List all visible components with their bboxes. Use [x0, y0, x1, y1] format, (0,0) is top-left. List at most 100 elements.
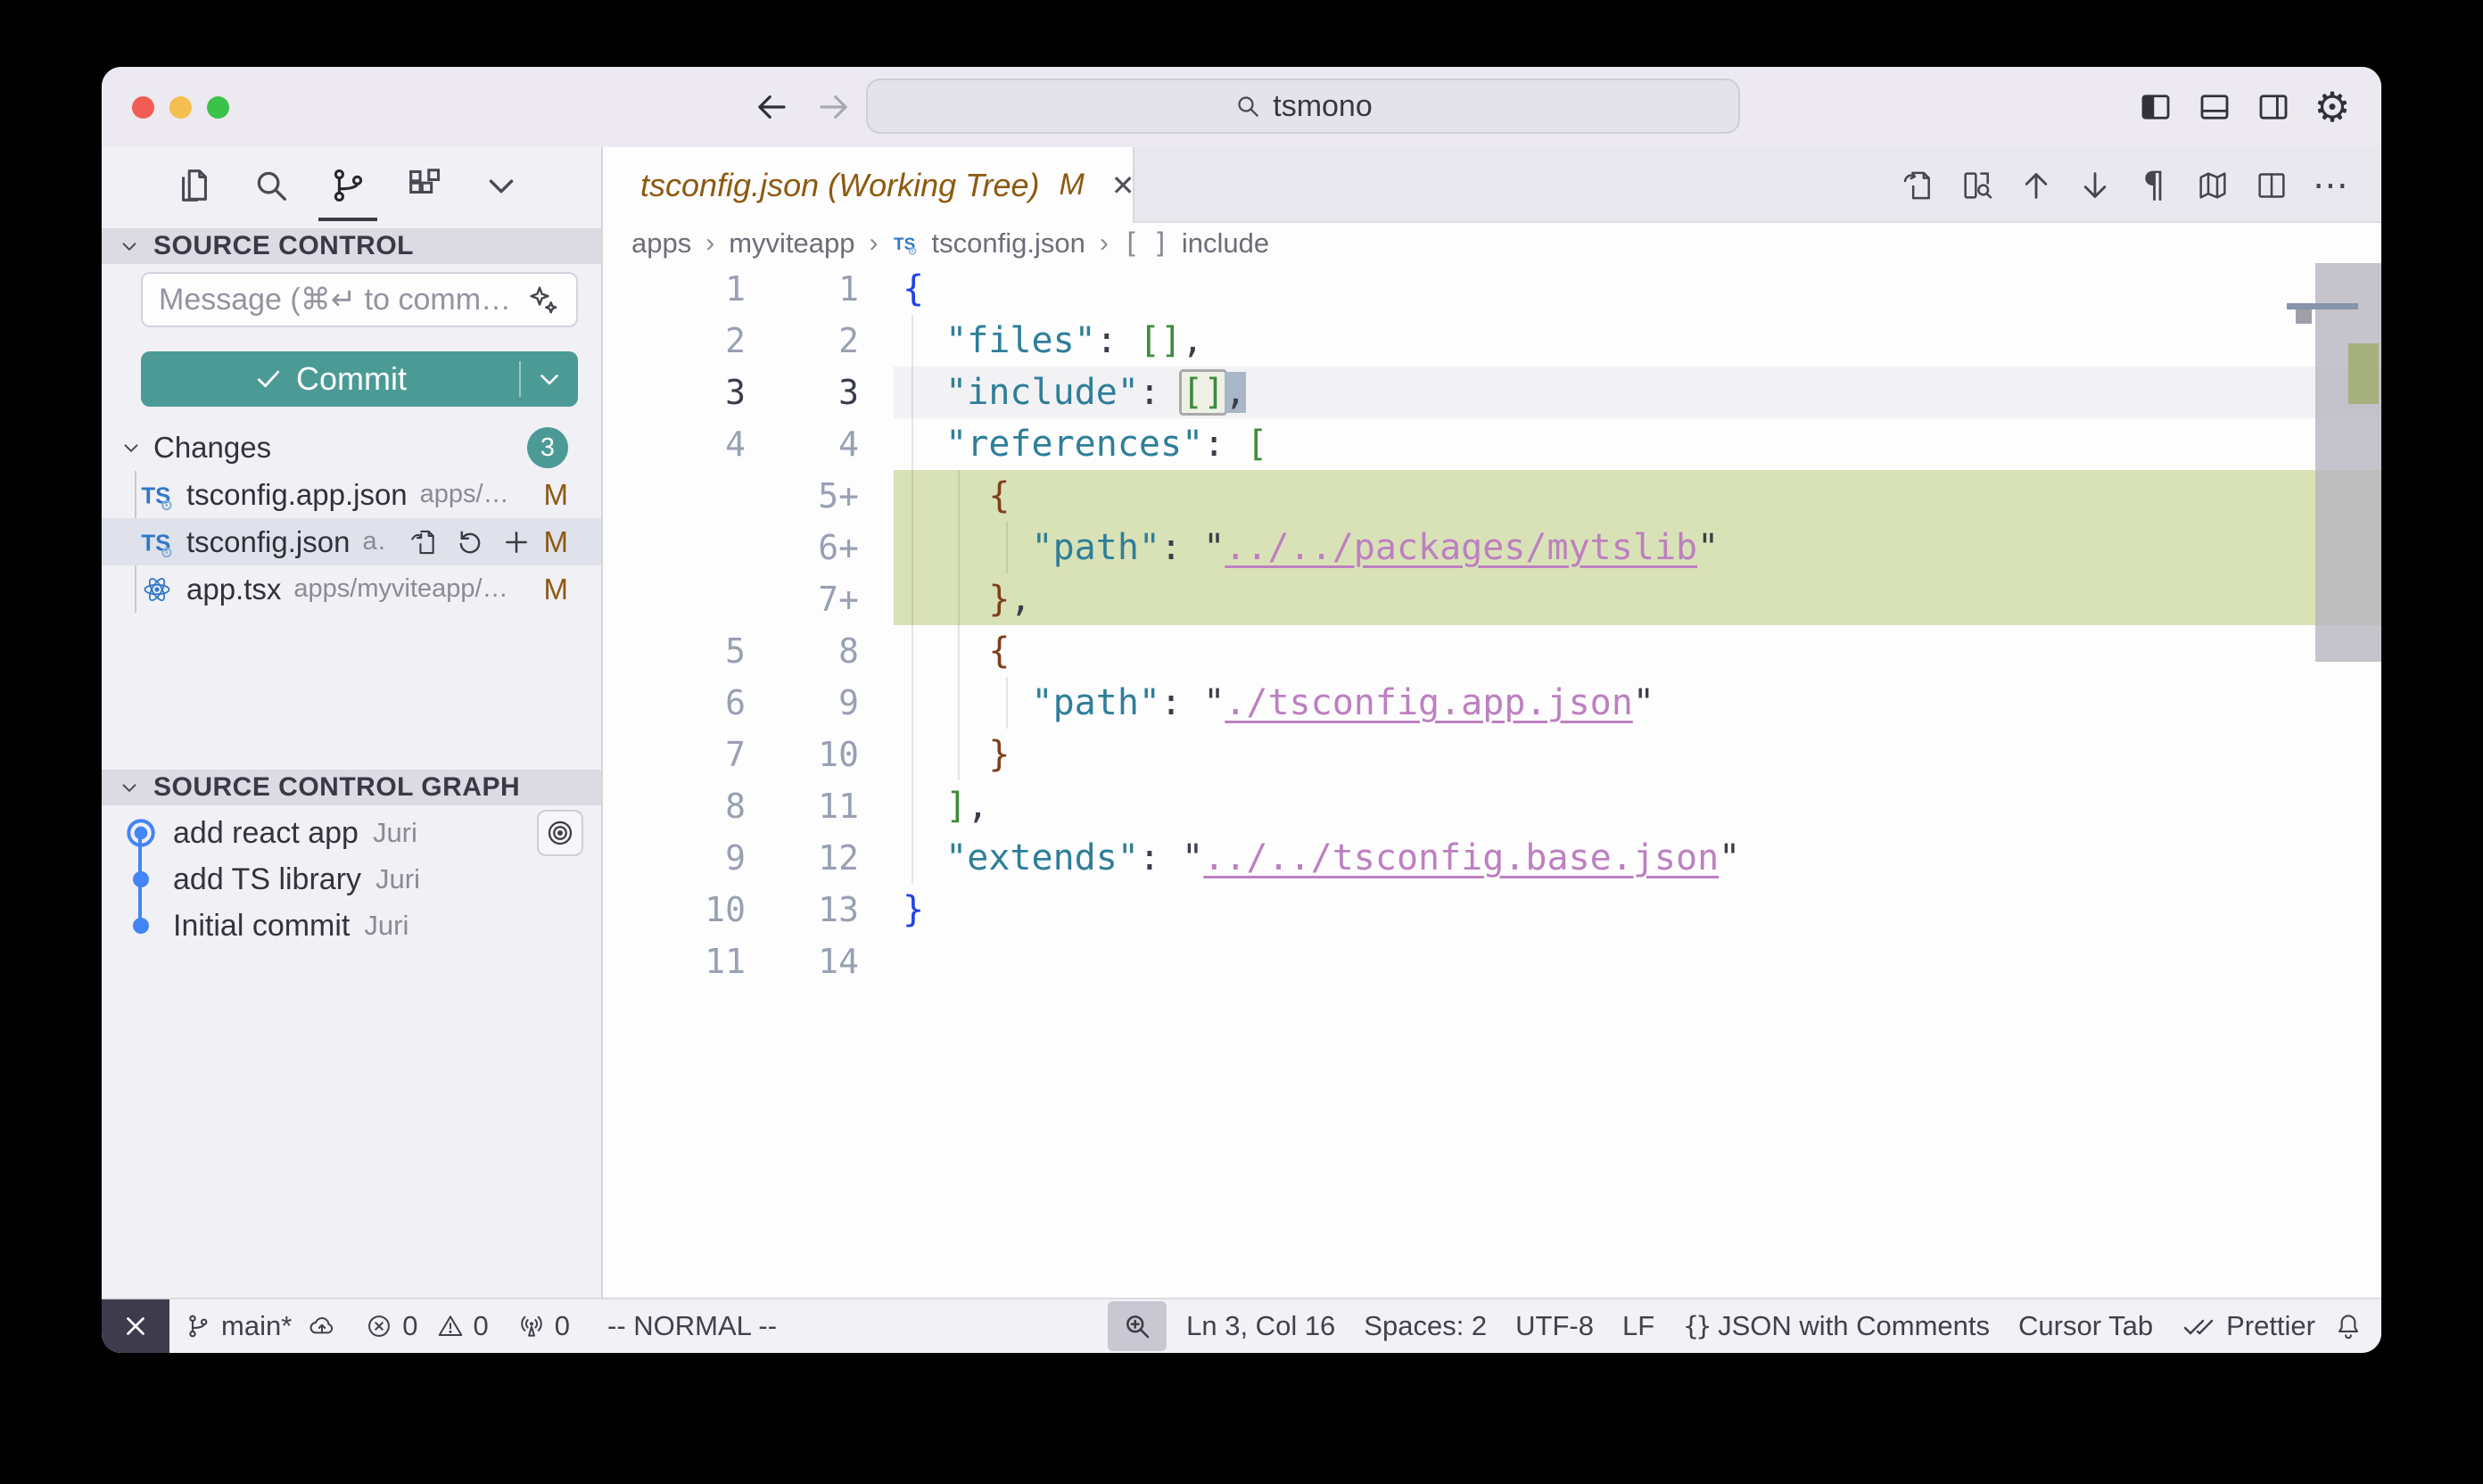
indentation-indicator[interactable]: Spaces: 2 [1349, 1299, 1501, 1353]
close-tab-icon[interactable]: ✕ [1111, 169, 1135, 202]
formatter-name: Prettier [2226, 1310, 2315, 1342]
changes-group-header[interactable]: Changes 3 [102, 428, 601, 467]
settings-gear-icon[interactable]: ⚙ [2312, 87, 2353, 128]
command-center-search[interactable]: tsmono [866, 78, 1740, 134]
toggle-primary-sidebar-button[interactable] [2135, 87, 2176, 128]
code-line[interactable]: 33 "include": [], [603, 367, 2381, 418]
graph-commit-row[interactable]: Initial commitJuri [102, 903, 601, 949]
code-line[interactable]: 1013} [603, 884, 2381, 936]
next-change-button[interactable] [2076, 167, 2114, 204]
close-window-button[interactable] [132, 96, 154, 119]
open-file-icon[interactable] [408, 527, 439, 557]
changes-file-row[interactable]: tsconfig.jsona…M [102, 518, 601, 565]
graph-commit-row[interactable]: add TS libraryJuri [102, 856, 601, 903]
editor-scrollbar[interactable] [2315, 263, 2381, 1298]
code-token [1118, 320, 1139, 361]
code-line[interactable]: 811 ], [603, 780, 2381, 832]
layout-sidebar-left-icon [2137, 88, 2174, 126]
code-token: " [1633, 682, 1654, 723]
maximize-window-button[interactable] [207, 96, 229, 119]
code-line[interactable]: 912 "extends": "../../tsconfig.base.json… [603, 832, 2381, 884]
commit-button[interactable]: Commit [141, 351, 578, 407]
code-line[interactable]: 11{ [603, 263, 2381, 315]
open-changes-button[interactable] [1900, 167, 1937, 204]
code-line[interactable]: 22 "files": [], [603, 315, 2381, 367]
commit-message-input[interactable]: Message (⌘↵ to comm… [141, 272, 578, 327]
code-text: { [894, 625, 2381, 677]
encoding-indicator[interactable]: UTF-8 [1501, 1299, 1608, 1353]
toggle-whitespace-button[interactable]: ¶ [2135, 167, 2173, 204]
commit-dropdown-button[interactable] [521, 364, 578, 394]
stage-changes-icon[interactable] [501, 527, 532, 557]
source-control-section-header[interactable]: SOURCE CONTROL [102, 228, 601, 264]
toggle-panel-button[interactable] [2194, 87, 2235, 128]
code-token [903, 527, 1032, 568]
language-mode-indicator[interactable]: {} JSON with Comments [1669, 1299, 2004, 1353]
minimap-button[interactable] [2194, 167, 2231, 204]
code-token [903, 631, 988, 672]
title-bar: tsmono ⚙ [102, 67, 2381, 147]
split-editor-button[interactable] [2253, 167, 2290, 204]
activity-source-control-button[interactable] [326, 164, 369, 207]
code-line[interactable]: 7+ }, [603, 573, 2381, 625]
gutter-original-line-number: 11 [603, 936, 746, 987]
more-actions-button[interactable]: ⋯ [2312, 167, 2349, 204]
graph-commit-row[interactable]: add react appJuri [102, 810, 601, 856]
back-icon[interactable] [753, 88, 790, 126]
code-line[interactable]: 58 { [603, 625, 2381, 677]
code-line[interactable]: 6+ "path": "../../packages/mytslib" [603, 522, 2381, 573]
remote-indicator[interactable] [102, 1299, 169, 1353]
formatter-indicator[interactable]: Prettier [2167, 1299, 2330, 1353]
notifications-bell-icon[interactable] [2333, 1311, 2363, 1341]
activity-search-button[interactable] [250, 164, 293, 207]
changes-file-row[interactable]: app.tsxapps/myviteapp/sr…M [102, 565, 601, 613]
previous-change-button[interactable] [2017, 167, 2055, 204]
changes-file-row[interactable]: tsconfig.app.jsonapps/m…M [102, 471, 601, 518]
checkout-commit-button[interactable] [537, 810, 583, 856]
breadcrumb-item-include[interactable]: include [1182, 227, 1269, 260]
diff-editor[interactable]: 11{22 "files": [],33 "include": [],44 "r… [603, 263, 2381, 1298]
commit-button-main[interactable]: Commit [141, 360, 519, 398]
code-line[interactable]: 69 "path": "./tsconfig.app.json" [603, 677, 2381, 729]
inline-view-button[interactable] [1959, 167, 1996, 204]
discard-changes-icon[interactable] [455, 527, 485, 557]
code-line[interactable]: 1114 [603, 936, 2381, 987]
breadcrumb-item-tsconfig[interactable]: tsconfig.json [932, 227, 1085, 260]
cursor-position-indicator[interactable]: Ln 3, Col 16 [1172, 1299, 1349, 1353]
ports-indicator[interactable]: 0 [503, 1299, 584, 1353]
activity-explorer-button[interactable] [173, 164, 216, 207]
breadcrumb-item-myviteapp[interactable]: myviteapp [729, 227, 854, 260]
branch-indicator[interactable]: main* [169, 1299, 351, 1353]
breadcrumb-item-apps[interactable]: apps [631, 227, 691, 260]
code-line[interactable]: 710 } [603, 729, 2381, 780]
source-control-graph-header[interactable]: SOURCE CONTROL GRAPH [102, 770, 601, 805]
code-token: : [1160, 682, 1182, 723]
code-token: , [1010, 579, 1031, 620]
zoom-indicator[interactable] [1108, 1301, 1167, 1351]
check-icon [253, 364, 284, 394]
tab-mode-indicator[interactable]: Cursor Tab [2004, 1299, 2167, 1353]
eol-indicator[interactable]: LF [1608, 1299, 1669, 1353]
cursor-position: Ln 3, Col 16 [1186, 1310, 1335, 1342]
code-token [1160, 837, 1182, 878]
code-token [1225, 424, 1246, 465]
cloud-upload-icon[interactable] [308, 1312, 336, 1340]
code-line[interactable]: 44 "references": [ [603, 418, 2381, 470]
tab-tsconfig-working-tree[interactable]: tsconfig.json (Working Tree) M ✕ [603, 147, 1134, 223]
activity-more-button[interactable] [480, 164, 523, 207]
sparkle-ai-icon[interactable] [526, 283, 560, 317]
activity-extensions-button[interactable] [403, 164, 446, 207]
gutter-modified-line-number: 1 [746, 263, 859, 315]
code-token: "path" [1032, 527, 1161, 568]
code-line[interactable]: 5+ { [603, 470, 2381, 522]
scrollbar-slider[interactable] [2315, 263, 2381, 662]
toggle-secondary-sidebar-button[interactable] [2253, 87, 2294, 128]
eol: LF [1622, 1310, 1654, 1342]
typescript-file-icon [140, 478, 174, 512]
forward-icon[interactable] [815, 88, 853, 126]
minimize-window-button[interactable] [169, 96, 192, 119]
gutter-original-line-number: 10 [603, 884, 746, 936]
problems-indicator[interactable]: 0 0 [351, 1299, 503, 1353]
code-token: "files" [945, 320, 1096, 361]
graph-commit-list: add react appJuriadd TS libraryJuriIniti… [102, 810, 601, 949]
